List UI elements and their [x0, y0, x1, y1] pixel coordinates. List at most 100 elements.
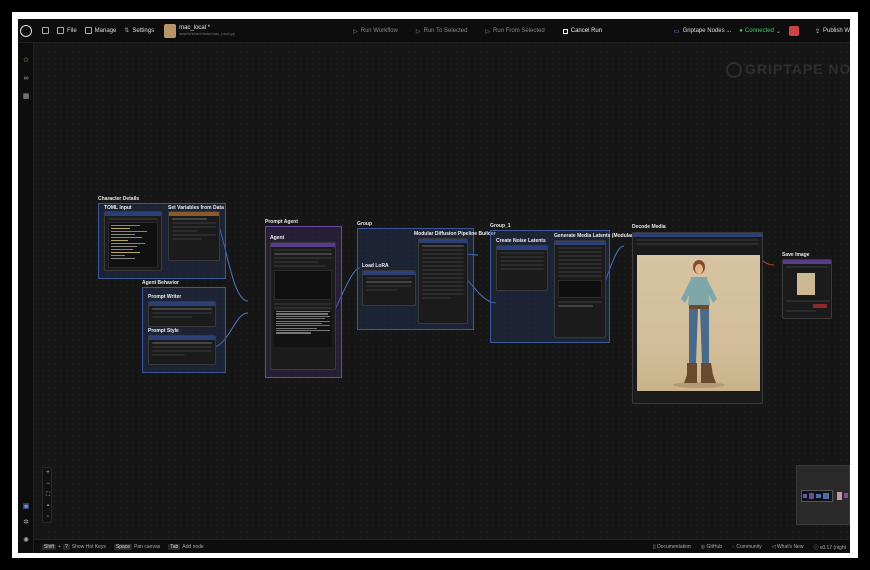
link-icon[interactable]: ∞: [22, 75, 30, 83]
engine-name: Griptape Nodes ...: [682, 28, 732, 34]
interactive-toggle-button[interactable]: ▫: [43, 512, 53, 523]
github-label: GitHub: [706, 544, 723, 550]
node-create-noise[interactable]: [496, 245, 548, 291]
app-logo[interactable]: [20, 24, 32, 37]
engine-selector[interactable]: ▭ Griptape Nodes ...: [674, 28, 731, 35]
workflow-thumbnail[interactable]: [164, 23, 177, 38]
cancel-run-button[interactable]: Cancel Run: [562, 28, 603, 34]
whats-new-link[interactable]: ◁ What's New: [772, 544, 804, 550]
pan-canvas-hint: Space Pan canvas: [113, 543, 160, 550]
community-label: Community: [736, 544, 762, 550]
file-menu[interactable]: File: [57, 27, 77, 34]
add-node-label: Add node: [182, 543, 204, 550]
node-toml-input[interactable]: [104, 211, 162, 271]
node-prompt-writer[interactable]: [148, 301, 216, 327]
workflow-canvas[interactable]: GRIPTAPE NODES Character Details TOML In…: [34, 43, 850, 539]
node-title-load-lora: Load LoRA: [362, 263, 389, 269]
node-title-prompt-style: Prompt Style: [148, 328, 179, 334]
canvas-minimap[interactable]: [796, 465, 850, 525]
node-decode-media[interactable]: [632, 232, 763, 404]
saved-image-thumbnail[interactable]: [797, 273, 815, 295]
monitor-icon: ▭: [673, 28, 680, 35]
node-save-image[interactable]: [782, 259, 832, 319]
group-title-prompt-agent: Prompt Agent: [265, 219, 298, 225]
node-title-create-noise: Create Noise Latents: [496, 238, 546, 244]
settings-menu[interactable]: ⇅ Settings: [124, 27, 155, 35]
hotkeys-hint[interactable]: Shift + ? Show Hot Keys: [42, 543, 106, 550]
decoded-image-preview[interactable]: [637, 255, 760, 391]
footer-links: ▯ Documentation ◎ GitHub ◌ Community ◁ W…: [653, 540, 846, 553]
run-controls: ▷ Run Workflow ▷ Run To Selected ▷ Run F…: [353, 19, 602, 43]
community-link[interactable]: ◌ Community: [732, 544, 762, 550]
node-generate-media[interactable]: [554, 240, 606, 338]
folder-icon[interactable]: ▣: [22, 503, 30, 511]
node-modular-diffusion[interactable]: [418, 238, 468, 324]
group-title-group-1: Group_1: [490, 223, 511, 229]
connection-status[interactable]: ● Connected ⌄: [739, 28, 781, 35]
engine-status: ▭ Griptape Nodes ... ● Connected ⌄ ⇪ Pub…: [666, 19, 850, 43]
lock-icon[interactable]: ▪: [43, 501, 53, 512]
panel-icon: [42, 27, 49, 34]
top-bar: File Manage ⇅ Settings mac_local * asset…: [18, 19, 850, 43]
run-to-selected-button[interactable]: ▷ Run To Selected: [416, 28, 468, 35]
version-info: ⓘ v0.17 (night: [813, 544, 846, 551]
run-to-selected-label: Run To Selected: [423, 28, 468, 34]
fit-view-button[interactable]: ⛶: [43, 490, 53, 501]
play-icon: ▷: [353, 28, 358, 35]
node-title-prompt-writer: Prompt Writer: [148, 294, 182, 300]
node-title-generate-media: Generate Media Latents (Modular: [554, 233, 633, 239]
zoom-out-button[interactable]: −: [43, 479, 53, 490]
github-link[interactable]: ◎ GitHub: [701, 544, 722, 550]
workflow-path: assets/share/mac/mac_local.py: [179, 31, 235, 36]
group-title-group: Group: [357, 221, 372, 227]
node-prompt-style[interactable]: [148, 335, 216, 365]
tab-key: Tab: [168, 543, 181, 550]
check-circle-icon: ●: [739, 28, 743, 34]
bottom-bar: Shift + ? Show Hot Keys Space Pan canvas…: [34, 539, 850, 553]
node-agent[interactable]: [270, 242, 336, 370]
version-label: v0.17 (night: [819, 544, 846, 551]
sidebar-toggle-button[interactable]: [42, 27, 49, 34]
library-icon[interactable]: ▦: [22, 93, 30, 101]
step-forward-icon: ▷: [485, 28, 491, 35]
cancel-run-label: Cancel Run: [570, 28, 603, 34]
node-load-lora[interactable]: [362, 270, 416, 306]
gear-icon[interactable]: ✲: [22, 519, 30, 527]
app-window: File Manage ⇅ Settings mac_local * asset…: [18, 19, 850, 553]
group-title-character-details: Character Details: [98, 196, 140, 202]
documentation-link[interactable]: ▯ Documentation: [653, 544, 691, 550]
settings-menu-label: Settings: [132, 27, 155, 34]
run-from-selected-label: Run From Selected: [493, 28, 545, 34]
publish-button[interactable]: ⇪ Publish W: [815, 28, 850, 35]
add-node-hint: Tab Add node: [168, 543, 204, 550]
manage-menu-label: Manage: [94, 27, 117, 34]
space-key: Space: [113, 543, 133, 550]
connection-status-label: Connected: [744, 28, 774, 34]
node-title-modular-diffusion: Modular Diffusion Pipeline Builder: [414, 231, 496, 237]
toml-code-editor[interactable]: [108, 222, 158, 268]
show-hot-keys-label: Show Hot Keys: [71, 543, 106, 550]
node-title-agent: Agent: [270, 235, 285, 241]
whats-new-label: What's New: [776, 544, 804, 550]
file-menu-label: File: [67, 27, 77, 34]
file-icon: [57, 27, 64, 34]
manage-menu[interactable]: Manage: [84, 27, 117, 34]
documentation-label: Documentation: [657, 544, 691, 550]
left-sidebar: ☆ ∞ ▦ ▣ ✲ ✺: [18, 43, 34, 553]
save-action-button[interactable]: [813, 304, 827, 308]
group-title-save-image: Save Image: [782, 252, 810, 258]
shift-key: Shift: [42, 543, 57, 550]
user-avatar[interactable]: [788, 26, 799, 36]
node-set-variables[interactable]: [168, 211, 220, 261]
zoom-in-button[interactable]: +: [43, 468, 53, 479]
star-icon[interactable]: ☆: [22, 57, 30, 65]
share-icon: ⇪: [814, 28, 820, 35]
run-workflow-button[interactable]: ▷ Run Workflow: [353, 28, 398, 35]
workflow-title[interactable]: mac_local * assets/share/mac/mac_local.p…: [179, 25, 235, 36]
run-workflow-label: Run Workflow: [360, 28, 398, 34]
zoom-controls: + − ⛶ ▪ ▫: [42, 467, 52, 523]
settings-cog-icon[interactable]: ✺: [22, 537, 30, 545]
group-title-agent-behavior: Agent Behavior: [142, 280, 179, 286]
run-from-selected-button[interactable]: ▷ Run From Selected: [485, 28, 544, 35]
chevron-down-icon: ⌄: [775, 28, 781, 35]
